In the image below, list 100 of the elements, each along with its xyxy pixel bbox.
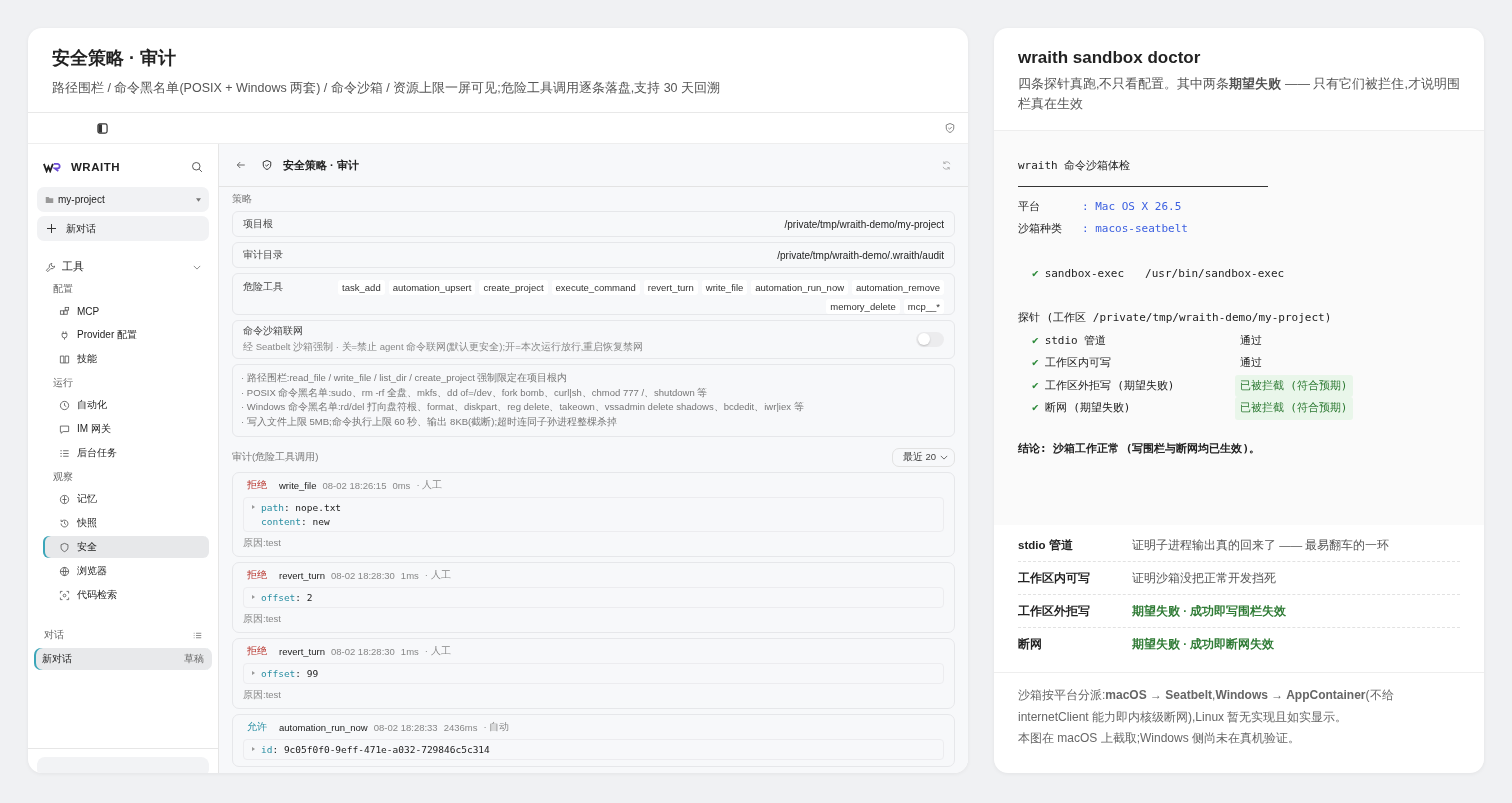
book-icon [59,353,70,365]
panel-title: wraith sandbox doctor [1018,48,1202,68]
nav-item[interactable]: 记忆 [43,488,209,510]
probe-name: stdio 管道 [1044,332,1108,349]
shield-icon [59,541,70,553]
filter-dropdown[interactable]: 最近 20 [891,448,955,467]
chevron-icon [193,264,201,270]
argument-line: id: 9c05f0f0-9eff-471e-a032-729846c5c314 [261,744,490,755]
duration: 1ms [400,570,419,581]
timestamp: 08-02 18:28:33 [373,722,438,733]
probe-description: 证明沙箱没把正常开发挡死 [1132,570,1276,586]
argument-line: offset: 2 [261,592,313,603]
refresh-icon[interactable] [941,159,952,171]
nav-item[interactable]: IM 网关 [43,418,209,440]
policy-row: 命令沙箱联网 经 Seatbelt 沙箱强制 · 关=禁止 agent 命令联网(默认更安全);开=本次运行放行,重启恢复禁网 [232,320,955,359]
nav-item[interactable]: 安全 [43,536,209,558]
note-line: · 路径围栏:read_file / write_file / list_dir / create_project 强制限定在项目根内 [241,371,569,385]
history-icon [59,517,70,529]
network-toggle[interactable] [916,331,944,347]
dropdown-caret-icon [196,197,201,202]
tool-tag: revert_turn [643,280,698,295]
logo-icon [43,161,61,173]
footnote-text: 沙箱按平台分派:macOS → Seatbelt,Windows → AppContainer(不给 internetClient 能力即内核级断网),Linux 暂无实现且如实显示。 [1018,687,1395,726]
chevron-icon [940,455,948,460]
probe-description: 证明子进程输出真的回来了 —— 最易翻车的一环 [1132,537,1390,553]
probe-label: 工作区外拒写 [1018,603,1091,619]
probe-label: 工作区内可写 [1018,570,1091,586]
nav-item[interactable]: 代码检索 [43,584,209,606]
search-icon[interactable] [191,161,203,173]
tool-tag: write_file [701,280,748,295]
reason-text: 原因:test [243,689,282,702]
brand-name: WRAITH [71,161,121,173]
project-selector[interactable]: my-project [37,187,209,212]
shield-icon[interactable] [944,122,956,134]
timestamp: 08-02 18:26:15 [322,480,387,491]
list-icon[interactable] [193,631,202,640]
nav-item[interactable]: 快照 [43,512,209,534]
shield-icon [261,159,273,171]
tool-name: write_file [279,480,317,491]
duration: 0ms [392,480,411,491]
tool-tag: execute_command [551,280,640,295]
folder-icon [45,195,54,204]
note-line: · Windows 命令黑名单:rd/del 打向盘符根、format、diskpart、reg delete、takeown、vssadmin delete shadows、bcdedit、iwr|iex 等 [241,401,805,415]
compass-icon [59,493,70,505]
nav-item[interactable]: 自动化 [43,394,209,416]
check-mark: ✔ [1032,332,1039,349]
decision-label: 拒绝 [247,645,267,658]
check-mark: ✔ [1032,355,1039,371]
probe-result: 通过 [1238,332,1263,349]
new-chat-button[interactable]: 新对话 [37,216,209,241]
section-label: 策略 [232,193,253,206]
plus-icon [47,224,56,233]
terminal-key: 平台 [1018,195,1082,218]
policy-row: 审计目录 /private/tmp/wraith-demo/.wraith/audit [232,242,955,268]
argument-line: offset: 99 [261,668,319,679]
conversation-item[interactable]: 新对话 草稿 [34,648,212,670]
nav-item[interactable]: 浏览器 [43,560,209,582]
nav-item[interactable]: MCP [43,300,209,322]
terminal-value: : macos-seatbelt [1082,221,1188,237]
expand-triangle-icon[interactable] [252,671,255,676]
expand-triangle-icon[interactable] [252,595,255,600]
sidebar-toggle-icon[interactable] [97,122,108,134]
duration: 2436ms [443,722,478,733]
expand-triangle-icon[interactable] [252,747,255,752]
probe-description: 期望失败 · 成功即断网失效 [1132,636,1275,652]
decision-label: 拒绝 [247,569,267,582]
policy-row: 项目根 /private/tmp/wraith-demo/my-project [232,211,955,237]
terminal-line: sandbox-exec [1044,265,1125,282]
probe-name: 断网 (期望失败) [1044,400,1132,416]
note-line: · POSIX 命令黑名单:sudo、rm -rf 全盘、mkfs、dd of=/dev、fork bomb、curl|sh、chmod 777 /、shutdown 等 [241,386,709,400]
reason-text: 原因:test [243,613,282,626]
footnote-text: 本图在 macOS 上截取;Windows 侧尚未在真机验证。 [1018,730,1302,748]
conclusion-text: 结论: 沙箱工作正常 (写围栏与断网均已生效)。 [1018,440,1262,457]
note-line: · 写入文件上限 5MB;命令执行上限 60 秒、输出 8KB(截断);超时连同子孙进程整棵杀掉 [241,416,619,429]
argument-line: path: nope.txt [261,502,342,513]
nav-item[interactable]: Provider 配置 [43,324,209,346]
terminal-key: 沙箱种类 [1018,218,1082,241]
panel-title: 安全策略 · 审计 [52,47,177,70]
terminal-line: 探针 (工作区 /private/tmp/wraith-demo/my-project) [1018,310,1333,326]
tools-group-header[interactable]: 工具 [37,257,209,277]
decision-label: 拒绝 [247,479,267,492]
tool-name: revert_turn [279,646,325,657]
expand-triangle-icon[interactable] [252,505,255,510]
section-label: 对话 [44,629,64,642]
nav-item[interactable]: 后台任务 [43,442,209,464]
nav-item[interactable]: 技能 [43,348,209,370]
probe-name: 工作区内可写 [1044,355,1112,371]
probe-label: 断网 [1018,636,1043,652]
wrench-icon [45,261,56,273]
terminal-line: /usr/bin/sandbox-exec [1145,265,1285,282]
trigger-mode: · 人工 [424,569,451,582]
argument-line: content: new [261,516,330,527]
panel-subtitle: 路径围栏 / 命令黑名单(POSIX + Windows 两套) / 命令沙箱 / 资源上限一屏可见;危险工具调用逐条落盘,支持 30 天回溯 [52,80,721,97]
timestamp: 08-02 18:28:30 [330,646,395,657]
tool-tag: task_add [338,280,385,295]
check-mark: ✔ [1032,265,1039,282]
back-arrow-icon[interactable] [235,159,247,171]
check-mark: ✔ [1032,400,1039,416]
list-icon [59,447,70,459]
probe-description: 期望失败 · 成功即写围栏失效 [1132,603,1287,619]
